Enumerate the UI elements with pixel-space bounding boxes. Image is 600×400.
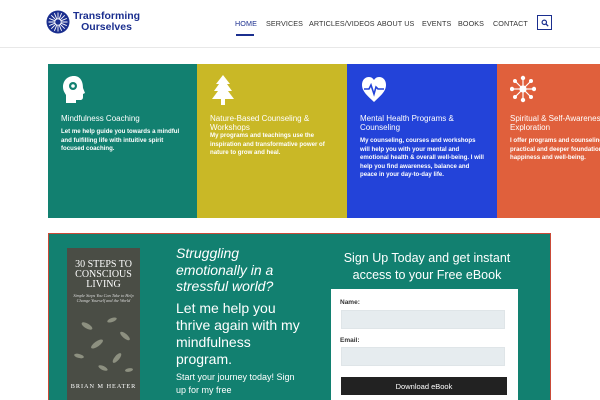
nav-contact[interactable]: CONTACT [493,19,528,28]
nav-home[interactable]: HOME [235,19,257,28]
nav-events[interactable]: EVENTS [422,19,451,28]
card-title: Mindfulness Coaching [61,114,140,123]
promo-headline: Struggling emotionally in a stressful wo… [176,245,274,294]
search-button[interactable] [537,15,552,30]
nav-books[interactable]: BOOKS [458,19,484,28]
nav-active-indicator [236,34,254,36]
card-description: My programs and teachings use the inspir… [210,132,325,157]
tree-icon [212,75,234,105]
email-field[interactable] [341,347,505,366]
head-icon [63,76,85,103]
signup-title: Sign Up Today and get instant access to … [343,251,511,282]
book-title: 30 STEPS TO CONSCIOUS LIVING [75,259,132,290]
promo-pitch: Let me help you thrive again with my min… [176,300,300,367]
burst-icon [510,75,536,103]
service-card-mental-health[interactable]: Mental Health Programs & Counseling My c… [347,64,497,218]
book-cover-image: 30 STEPS TO CONSCIOUS LIVING Simple Step… [67,248,140,400]
name-field[interactable] [341,310,505,329]
card-title: Nature-Based Counseling & Workshops [210,114,310,132]
brand-line-2: Ourselves [81,21,132,33]
leaves-illustration [74,317,133,372]
ebook-signup-form: Name: Email: Download eBook [331,289,518,400]
card-title: Spiritual & Self-Awareness Exploration [510,114,600,132]
nav-services[interactable]: SERVICES [266,19,303,28]
card-description: Let me help guide you towards a mindful … [61,128,180,153]
book-author: BRIAN M HEATER [70,383,137,390]
download-ebook-button[interactable]: Download eBook [341,377,507,395]
name-label: Name: [340,299,360,306]
search-icon [540,18,549,27]
nav-about-us[interactable]: ABOUT US [377,19,414,28]
service-card-mindfulness[interactable]: Mindfulness Coaching Let me help guide y… [48,64,197,218]
sunburst-logo-icon [46,10,70,34]
service-card-spiritual[interactable]: Spiritual & Self-Awareness Exploration I… [497,64,600,218]
service-card-nature[interactable]: Nature-Based Counseling & Workshops My p… [197,64,347,218]
site-logo[interactable]: Transforming Ourselves [46,10,140,34]
card-title: Mental Health Programs & Counseling [360,114,454,132]
book-subtitle: Simple Steps You Can Take to Help Change… [73,293,134,303]
heartbeat-icon [362,77,386,102]
nav-articles-videos[interactable]: ARTICLES/VIDEOS [309,19,375,28]
ebook-promo-section: 30 STEPS TO CONSCIOUS LIVING Simple Step… [48,233,551,400]
brand-name: Transforming Ourselves [73,11,140,33]
promo-cta-text: Start your journey today! Sign up for my… [176,372,295,395]
card-description: I offer programs and counseling to explo… [510,137,600,162]
email-label: Email: [340,337,360,344]
card-description: My counseling, courses and workshops wil… [360,137,484,179]
site-header: Transforming Ourselves HOME SERVICES ART… [0,0,600,48]
